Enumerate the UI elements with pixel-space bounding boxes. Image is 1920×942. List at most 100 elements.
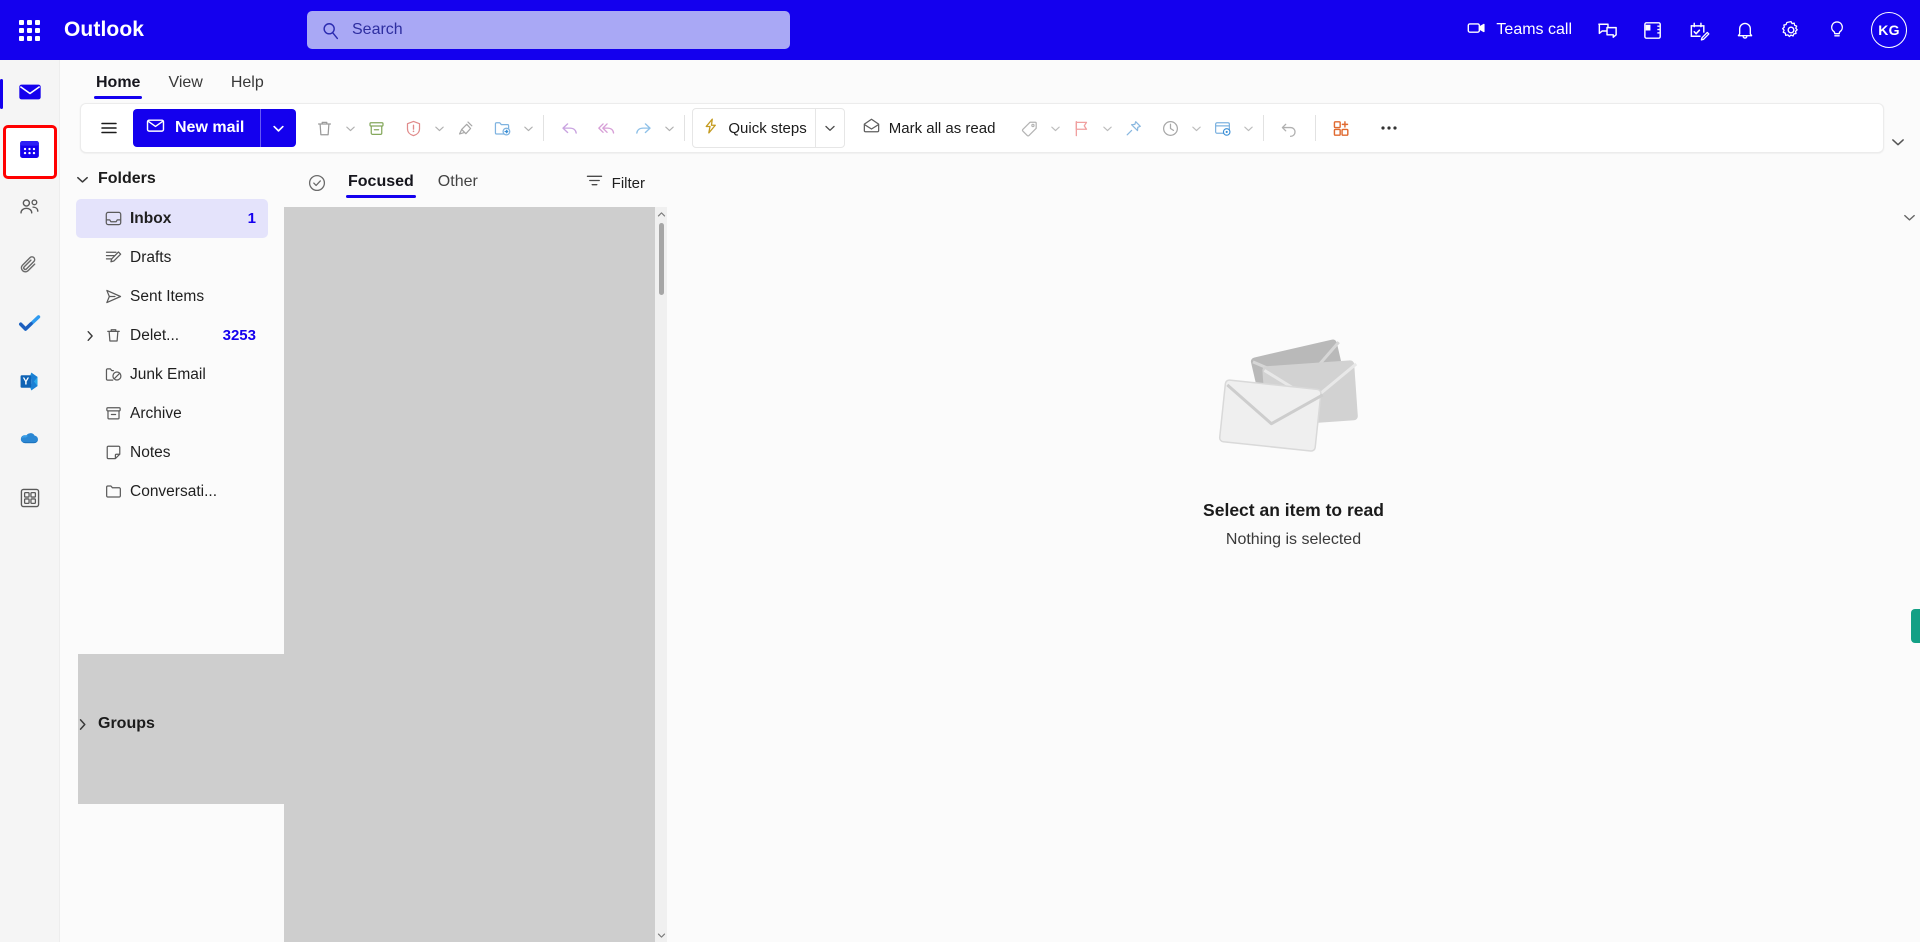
report-button[interactable] (395, 109, 432, 147)
settings-gear-icon[interactable] (1768, 8, 1814, 52)
mail-envelope-icon (17, 79, 43, 110)
forward-dropdown-caret[interactable] (662, 123, 677, 134)
to-do-icon[interactable] (1676, 8, 1722, 52)
add-ins-button[interactable] (1323, 109, 1360, 147)
move-to-dropdown-caret[interactable] (521, 123, 536, 134)
filter-button[interactable]: Filter (575, 165, 655, 201)
teams-call-button[interactable]: Teams call (1454, 8, 1584, 52)
tab-home[interactable]: Home (82, 74, 154, 99)
report-dropdown-caret[interactable] (432, 123, 447, 134)
header-actions: Teams call KG (1454, 0, 1912, 60)
folders-section-header[interactable]: Folders (60, 159, 282, 199)
panes: Folders Inbox 1 Drafts Sent Items Delet.… (60, 159, 1920, 942)
delete-button[interactable] (306, 109, 343, 147)
caret-down-icon[interactable] (657, 928, 666, 942)
hamburger-menu-icon[interactable] (89, 109, 129, 147)
rules-dropdown-caret[interactable] (1241, 123, 1256, 134)
folder-notes[interactable]: Notes (76, 433, 268, 472)
folder-deleted-items[interactable]: Delet... 3253 (76, 316, 268, 355)
message-list-body[interactable] (284, 207, 667, 942)
chat-icon[interactable] (1584, 8, 1630, 52)
sidebar-item-onedrive[interactable] (6, 418, 54, 466)
folder-drafts[interactable]: Drafts (76, 238, 268, 277)
sidebar-item-mail[interactable] (0, 70, 54, 118)
note-icon (104, 443, 130, 462)
mark-all-as-read-button[interactable]: Mark all as read (853, 109, 1004, 147)
flag-button[interactable] (1063, 109, 1100, 147)
toolbar-divider (1263, 115, 1265, 141)
quick-steps-dropdown-caret[interactable] (814, 108, 844, 148)
reply-all-button[interactable] (588, 109, 625, 147)
folder-junk-email[interactable]: Junk Email (76, 355, 268, 394)
groups-section-title: Groups (98, 715, 155, 732)
rules-button[interactable] (1204, 109, 1241, 147)
scrollbar-thumb[interactable] (658, 223, 664, 295)
feedback-tab[interactable] (1911, 609, 1920, 643)
folder-sent-items[interactable]: Sent Items (76, 277, 268, 316)
teams-call-label: Teams call (1496, 21, 1572, 38)
quick-steps-group: Quick steps (692, 108, 845, 148)
sidebar-item-attachments[interactable] (6, 244, 54, 292)
reply-button[interactable] (551, 109, 588, 147)
reading-pane-collapse-chevron-down-icon[interactable] (1903, 211, 1916, 229)
sidebar-item-viva-engage[interactable]: Y (6, 360, 54, 408)
folder-conversation-history[interactable]: Conversati... (76, 472, 268, 511)
groups-section-header[interactable]: Groups (60, 704, 155, 744)
message-list-toolbar: Focused Other Filter (284, 159, 667, 207)
undo-button[interactable] (1271, 109, 1308, 147)
tab-other[interactable]: Other (428, 167, 488, 200)
caret-up-icon[interactable] (657, 207, 666, 221)
snooze-dropdown-caret[interactable] (1189, 123, 1204, 134)
filter-label: Filter (611, 174, 645, 192)
pin-button[interactable] (1115, 109, 1152, 147)
sidebar-item-calendar[interactable] (2, 125, 57, 179)
message-list-items[interactable] (284, 207, 655, 942)
archive-button[interactable] (358, 109, 395, 147)
chevron-right-icon[interactable] (70, 718, 94, 731)
sidebar-item-people[interactable] (6, 186, 54, 234)
folder-archive[interactable]: Archive (76, 394, 268, 433)
account-avatar[interactable]: KG (1866, 8, 1912, 52)
inbox-icon (104, 209, 130, 228)
quick-steps-button[interactable]: Quick steps (693, 109, 814, 147)
folder-junk-email-label: Junk Email (130, 365, 206, 383)
categorize-dropdown-caret[interactable] (1048, 123, 1063, 134)
paperclip-icon (17, 253, 42, 283)
tab-focused[interactable]: Focused (338, 167, 424, 200)
search-box[interactable] (307, 11, 790, 49)
folder-drafts-label: Drafts (130, 248, 172, 266)
chevron-right-icon[interactable] (82, 330, 98, 342)
ribbon-collapse-chevron-down-icon[interactable] (1884, 103, 1912, 153)
circle-check-icon[interactable] (300, 166, 334, 200)
lightbulb-help-icon[interactable] (1814, 8, 1860, 52)
tab-view[interactable]: View (154, 74, 216, 99)
notifications-bell-icon[interactable] (1722, 8, 1768, 52)
tab-help[interactable]: Help (217, 74, 278, 99)
folder-inbox[interactable]: Inbox 1 (76, 199, 268, 238)
delete-dropdown-caret[interactable] (343, 123, 358, 134)
new-mail-label: New mail (175, 119, 245, 136)
toolbar-divider (684, 115, 686, 141)
reading-pane-empty-title: Select an item to read (1203, 500, 1384, 520)
flag-dropdown-caret[interactable] (1100, 123, 1115, 134)
quick-steps-label: Quick steps (728, 119, 807, 137)
app-launcher-waffle-icon[interactable] (0, 0, 58, 60)
search-input[interactable] (352, 11, 776, 49)
folder-inbox-label: Inbox (130, 209, 172, 227)
snooze-button[interactable] (1152, 109, 1189, 147)
move-to-button[interactable] (484, 109, 521, 147)
forward-button[interactable] (625, 109, 662, 147)
categorize-button[interactable] (1011, 109, 1048, 147)
onenote-icon[interactable] (1630, 8, 1676, 52)
chevron-down-icon[interactable] (70, 173, 94, 186)
toolbar-overflow-button[interactable] (1370, 109, 1408, 147)
toolbar-divider (543, 115, 545, 141)
new-mail-dropdown-button[interactable] (260, 109, 297, 147)
sweep-button[interactable] (447, 109, 484, 147)
svg-text:Y: Y (23, 377, 30, 388)
message-list-scrollbar[interactable] (655, 207, 667, 942)
new-mail-button[interactable]: New mail (133, 109, 261, 147)
sidebar-item-apps[interactable] (6, 476, 54, 524)
sidebar-item-todo[interactable] (6, 302, 54, 350)
toolbar-divider (1315, 115, 1317, 141)
